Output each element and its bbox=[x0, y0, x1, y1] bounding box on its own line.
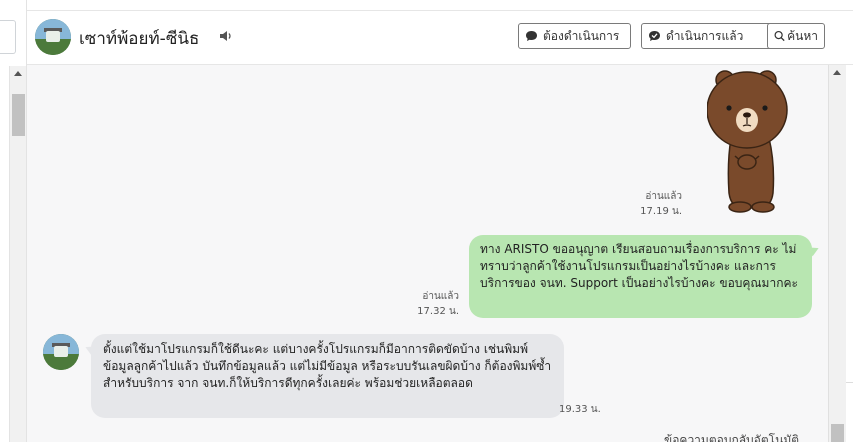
brown-bear-sticker bbox=[707, 70, 788, 213]
sender-avatar[interactable] bbox=[43, 334, 79, 370]
conversation-search-input[interactable] bbox=[0, 20, 16, 54]
message-time: 17.32 น. bbox=[417, 306, 459, 317]
incoming-message-bubble[interactable]: ตั้งแต่ใช้มาโปรแกรมก็ใช้ดีนะคะ แต่บางครั… bbox=[91, 334, 564, 418]
speech-bubble-icon bbox=[526, 31, 537, 41]
scroll-up-arrow-icon[interactable] bbox=[833, 70, 841, 75]
message-text: ตั้งแต่ใช้มาโปรแกรมก็ใช้ดีนะคะ แต่บางครั… bbox=[103, 342, 552, 390]
to-do-button[interactable]: ต้องดำเนินการ bbox=[518, 23, 631, 49]
done-button[interactable]: ดำเนินการแล้ว bbox=[641, 23, 774, 49]
scroll-up-arrow-icon[interactable] bbox=[14, 71, 22, 76]
search-button[interactable]: ค้นหา bbox=[767, 23, 825, 49]
done-button-label: ดำเนินการแล้ว bbox=[666, 28, 744, 43]
edge-divider bbox=[846, 382, 853, 383]
check-bubble-icon bbox=[649, 31, 660, 41]
to-do-button-label: ต้องดำเนินการ bbox=[543, 28, 620, 43]
conversation-list-panel bbox=[0, 0, 27, 442]
scrollbar-thumb[interactable] bbox=[12, 94, 25, 136]
read-status: อ่านแล้ว bbox=[422, 291, 459, 302]
contact-name: เซาท์พ้อยท์-ซีนิธ bbox=[79, 29, 200, 49]
speaker-icon[interactable] bbox=[219, 29, 233, 43]
chat-message-area[interactable]: อ่านแล้ว 17.19 น. อ่านแล้ว 17.32 น. ทาง … bbox=[27, 65, 828, 442]
search-icon bbox=[774, 30, 785, 42]
outgoing-message-bubble[interactable]: ทาง ARISTO ขออนุญาต เรียนสอบถามเรื่องการ… bbox=[469, 235, 812, 318]
scrollbar-thumb[interactable] bbox=[831, 424, 844, 442]
right-edge-panel bbox=[846, 65, 853, 442]
read-status: อ่านแล้ว bbox=[645, 191, 682, 202]
message-text: ทาง ARISTO ขออนุญาต เรียนสอบถามเรื่องการ… bbox=[480, 242, 798, 290]
contact-avatar[interactable] bbox=[35, 19, 71, 55]
chat-header: เซาท์พ้อยท์-ซีนิธ ต้องดำเนินการ ดำเนินกา… bbox=[27, 11, 853, 65]
search-button-label: ค้นหา bbox=[787, 28, 818, 43]
outgoing-message-meta: อ่านแล้ว 17.32 น. bbox=[407, 289, 459, 319]
sticker-meta: อ่านแล้ว 17.19 น. bbox=[630, 189, 682, 219]
auto-reply-label: ข้อความตอบกลับอัตโนมัติ bbox=[664, 433, 800, 442]
message-time: 17.19 น. bbox=[640, 206, 682, 217]
conversation-list-scrollbar[interactable] bbox=[9, 66, 27, 442]
incoming-message-time: 19.33 น. bbox=[559, 404, 601, 415]
chat-scrollbar[interactable] bbox=[828, 65, 846, 442]
